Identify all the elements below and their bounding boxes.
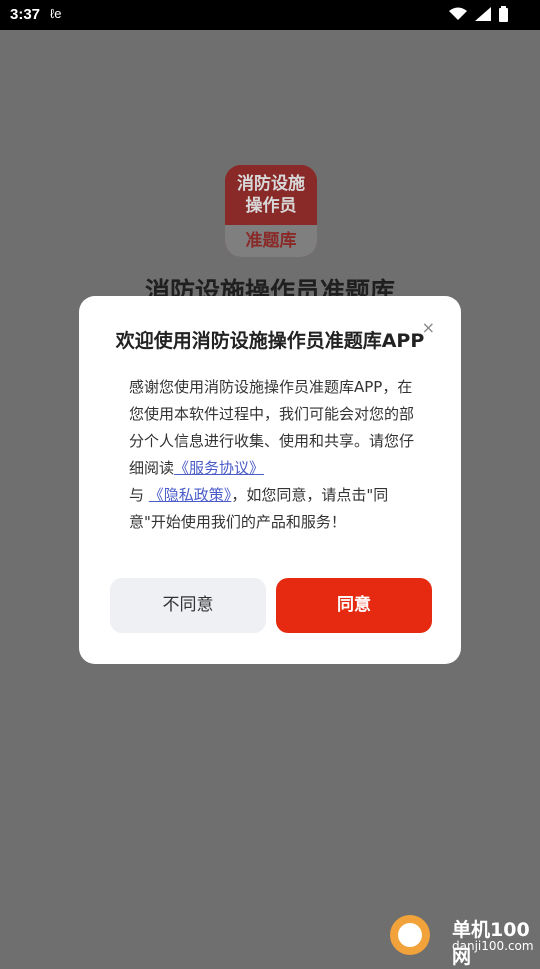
wifi-icon [449, 7, 467, 20]
close-icon[interactable]: × [422, 318, 435, 337]
privacy-dialog: 欢迎使用消防设施操作员准题库APP × 感谢您使用消防设施操作员准题库APP，在… [79, 296, 461, 664]
signal-icon [475, 7, 491, 21]
dialog-body-text-1: 感谢您使用消防设施操作员准题库APP，在您使用本软件过程中，我们可能会对您的部分… [129, 378, 415, 477]
agree-button[interactable]: 同意 [276, 578, 432, 633]
status-icons [449, 6, 508, 22]
watermark-url: danji100.com [452, 939, 534, 953]
status-bar: 3:37 ℓe [0, 0, 540, 30]
dialog-title: 欢迎使用消防设施操作员准题库APP [115, 330, 425, 352]
dialog-body-text-2: 与 [129, 486, 145, 504]
dialog-body: 感谢您使用消防设施操作员准题库APP，在您使用本软件过程中，我们可能会对您的部分… [129, 374, 415, 536]
status-time: 3:37 [10, 6, 41, 23]
disagree-button[interactable]: 不同意 [110, 578, 266, 633]
battery-icon [499, 6, 508, 22]
le-icon: ℓe [50, 6, 62, 21]
watermark: 单机100网 danji100.com [390, 915, 540, 968]
privacy-policy-link[interactable]: 《隐私政策》 [149, 486, 232, 504]
service-agreement-link[interactable]: 《服务协议》 [174, 459, 264, 477]
watermark-logo-icon [390, 915, 430, 955]
